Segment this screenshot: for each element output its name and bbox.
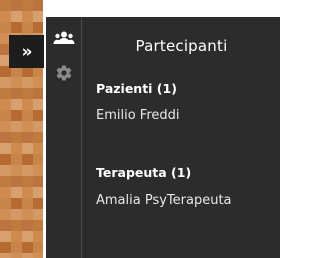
video-pixel (11, 176, 22, 187)
video-pixel (11, 121, 22, 132)
video-pixel (22, 110, 33, 121)
video-pixel (0, 187, 11, 198)
video-pixel (11, 110, 22, 121)
video-pixel (11, 11, 22, 22)
video-pixel (22, 209, 33, 220)
video-pixel (0, 88, 11, 99)
video-pixel (22, 77, 33, 88)
video-pixel (0, 22, 11, 33)
group-title-patients: Pazienti (1) (96, 81, 177, 96)
video-pixel (11, 0, 22, 11)
participant-item[interactable]: Amalia PsyTerapeuta (96, 193, 232, 208)
video-pixel (0, 77, 11, 88)
video-pixel (22, 22, 33, 33)
video-pixel (11, 77, 22, 88)
video-pixel (11, 198, 22, 209)
video-pixel (22, 121, 33, 132)
video-pixel (11, 253, 22, 258)
gear-icon (56, 65, 72, 81)
video-pixel (0, 165, 11, 176)
video-pixel (0, 11, 11, 22)
video-pixel (22, 88, 33, 99)
video-pixel (22, 154, 33, 165)
video-pixel (0, 242, 11, 253)
video-pixel (11, 132, 22, 143)
video-pixel (0, 143, 11, 154)
expand-button[interactable]: » (9, 35, 44, 68)
video-pixel (11, 231, 22, 242)
group-title-therapists: Terapeuta (1) (96, 165, 192, 180)
video-pixel (0, 99, 11, 110)
video-pixel (0, 132, 11, 143)
video-pixel (0, 110, 11, 121)
video-pixel (22, 165, 33, 176)
video-pixel (22, 242, 33, 253)
participants-tab[interactable] (46, 21, 82, 55)
video-pixel (22, 11, 33, 22)
video-pixel (22, 176, 33, 187)
settings-tab[interactable] (46, 56, 82, 90)
video-pixel (11, 88, 22, 99)
video-pixel (11, 99, 22, 110)
video-pixel (0, 231, 11, 242)
video-pixel (11, 143, 22, 154)
video-pixel (0, 154, 11, 165)
video-pixel (0, 121, 11, 132)
participant-item[interactable]: Emilio Freddi (96, 108, 180, 123)
people-icon (53, 31, 75, 44)
video-pixel (22, 132, 33, 143)
panel-title: Partecipanti (135, 37, 228, 55)
video-pixel (11, 220, 22, 231)
video-pixel (22, 231, 33, 242)
video-pixel (11, 165, 22, 176)
video-pixel (11, 187, 22, 198)
video-pixel (0, 176, 11, 187)
video-pixel (0, 0, 11, 11)
video-pixel (22, 198, 33, 209)
video-pixel (11, 22, 22, 33)
video-pixel (11, 242, 22, 253)
video-pixel (22, 220, 33, 231)
video-pixel (0, 220, 11, 231)
participants-list: Partecipanti Pazienti (1) Emilio Freddi … (83, 17, 280, 258)
video-pixel (0, 198, 11, 209)
video-pixel (22, 143, 33, 154)
video-pixel (22, 253, 33, 258)
video-pixel (11, 154, 22, 165)
video-pixel (11, 209, 22, 220)
video-pixel (0, 253, 11, 258)
video-pixel (0, 209, 11, 220)
video-pixel (22, 0, 33, 11)
video-pixel (22, 99, 33, 110)
video-pixel (22, 187, 33, 198)
